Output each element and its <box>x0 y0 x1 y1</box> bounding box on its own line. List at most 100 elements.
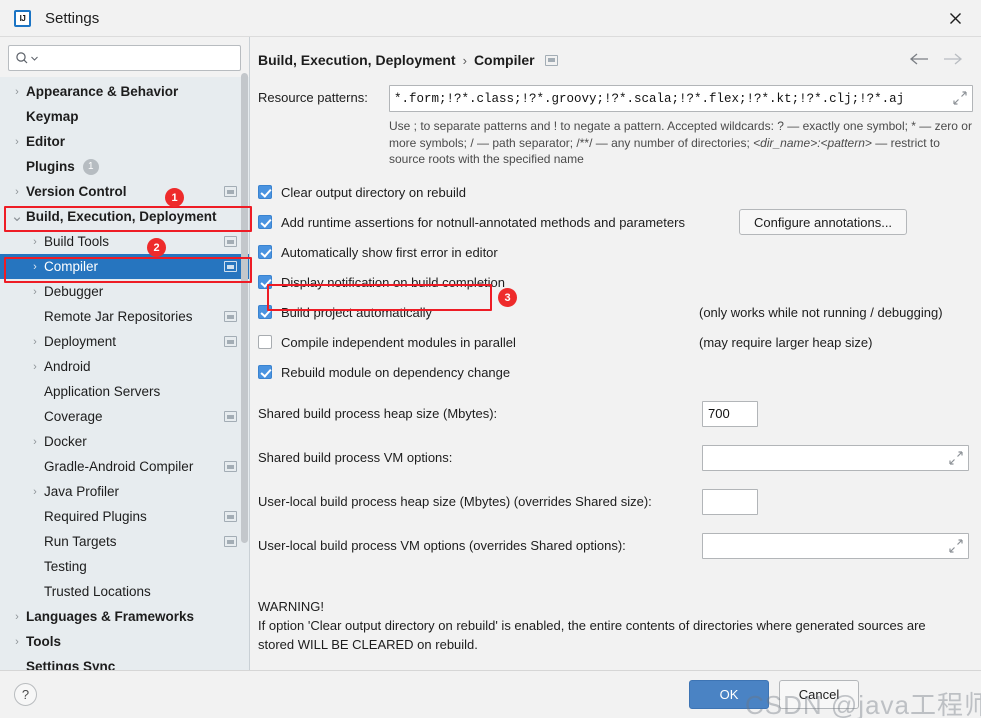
checkbox-label[interactable]: Automatically show first error in editor <box>281 245 498 260</box>
dialog-body: › Appearance & Behavior Keymap › Editor Plugi… <box>0 36 981 670</box>
sidebar-item-version-control[interactable]: › Version Control <box>0 179 249 204</box>
sidebar-item-coverage[interactable]: Coverage <box>0 404 249 429</box>
ok-button[interactable]: OK <box>689 680 769 709</box>
checkbox-label[interactable]: Build project automatically <box>281 305 432 320</box>
settings-main-panel: Build, Execution, Deployment › Compiler … <box>250 37 981 670</box>
input-user-local-build-process-vm-options-overrides-sh[interactable] <box>702 532 969 559</box>
sidebar-item-label: Gradle-Android Compiler <box>44 459 194 474</box>
sidebar-item-build-tools[interactable]: › Build Tools <box>0 229 249 254</box>
arrow-left-icon[interactable] <box>909 52 929 69</box>
sidebar-item-languages-frameworks[interactable]: › Languages & Frameworks <box>0 604 249 629</box>
project-scope-icon[interactable] <box>224 511 237 522</box>
sidebar-item-keymap[interactable]: Keymap <box>0 104 249 129</box>
breadcrumb-root[interactable]: Build, Execution, Deployment <box>258 52 456 68</box>
chevron-right-icon[interactable]: › <box>10 611 24 623</box>
title-bar: IJ Settings <box>0 0 981 36</box>
resource-patterns-hint: Use ; to separate patterns and ! to nega… <box>389 118 972 168</box>
sidebar-item-required-plugins[interactable]: Required Plugins <box>0 504 249 529</box>
chevron-right-icon[interactable]: › <box>28 436 42 448</box>
checkbox-row: Automatically show first error in editor <box>258 241 973 264</box>
sidebar-item-java-profiler[interactable]: › Java Profiler <box>0 479 249 504</box>
input-shared-build-process-vm-options[interactable] <box>702 444 969 471</box>
project-scope-icon[interactable] <box>224 536 237 547</box>
chevron-right-icon[interactable]: › <box>28 361 42 373</box>
input-user-local-build-process-heap-size-mbytes-overri[interactable] <box>702 488 758 515</box>
arrow-right-icon[interactable] <box>943 52 963 69</box>
checkbox-add-runtime-assertions-for-notnull-annotated-methods-and-parameters[interactable] <box>258 215 272 229</box>
sidebar-scrollbar[interactable] <box>241 73 248 543</box>
project-scope-icon[interactable] <box>224 336 237 347</box>
compiler-settings-content: Resource patterns: Use ; to separate pat… <box>250 71 981 559</box>
configure-annotations-button[interactable]: Configure annotations... <box>739 209 908 235</box>
expand-editor-icon[interactable] <box>952 90 968 106</box>
sidebar-item-remote-jar-repositories[interactable]: Remote Jar Repositories <box>0 304 249 329</box>
project-scope-icon[interactable] <box>224 411 237 422</box>
search-dropdown-icon[interactable] <box>31 55 40 62</box>
sidebar-item-application-servers[interactable]: Application Servers <box>0 379 249 404</box>
sidebar-item-editor[interactable]: › Editor <box>0 129 249 154</box>
resource-patterns-input[interactable] <box>389 85 973 112</box>
sidebar-item-label: Deployment <box>44 334 117 349</box>
hint-italic: <dir_name>:<pattern> <box>753 135 872 150</box>
sidebar-item-trusted-locations[interactable]: Trusted Locations <box>0 579 249 604</box>
sidebar-item-build-execution-deployment[interactable]: ⌄ Build, Execution, Deployment <box>0 204 249 229</box>
checkbox-label[interactable]: Compile independent modules in parallel <box>281 335 516 350</box>
project-scope-icon[interactable] <box>224 461 237 472</box>
checkbox-label[interactable]: Rebuild module on dependency change <box>281 365 510 380</box>
cancel-button[interactable]: Cancel <box>779 680 859 709</box>
sidebar-item-compiler[interactable]: › Compiler <box>0 254 249 279</box>
checkbox-clear-output-directory-on-rebuild[interactable] <box>258 185 272 199</box>
search-box[interactable] <box>8 45 241 71</box>
expand-editor-icon[interactable] <box>948 450 964 466</box>
checkbox-display-notification-on-build-completion[interactable] <box>258 275 272 289</box>
checkbox-compile-independent-modules-in-parallel[interactable] <box>258 335 272 349</box>
chevron-right-icon[interactable]: › <box>10 186 24 198</box>
chevron-right-icon[interactable]: › <box>28 486 42 498</box>
sidebar-item-appearance-behavior[interactable]: › Appearance & Behavior <box>0 79 249 104</box>
plugins-update-badge: 1 <box>82 158 99 175</box>
sidebar-item-debugger[interactable]: › Debugger <box>0 279 249 304</box>
warning-block: WARNING! If option 'Clear output directo… <box>258 597 958 654</box>
help-button[interactable]: ? <box>14 683 37 706</box>
field-row: Shared build process heap size (Mbytes): <box>258 400 973 427</box>
checkbox-label[interactable]: Clear output directory on rebuild <box>281 185 466 200</box>
chevron-down-icon[interactable]: ⌄ <box>10 209 24 224</box>
project-scope-icon[interactable] <box>224 236 237 247</box>
sidebar-item-android[interactable]: › Android <box>0 354 249 379</box>
field-wrap <box>702 532 969 559</box>
project-scope-icon[interactable] <box>224 261 237 272</box>
checkbox-label[interactable]: Add runtime assertions for notnull-annot… <box>281 215 685 230</box>
expand-editor-icon[interactable] <box>948 538 964 554</box>
checkbox-row: Add runtime assertions for notnull-annot… <box>258 209 973 235</box>
chevron-right-icon[interactable]: › <box>10 136 24 148</box>
sidebar-item-plugins[interactable]: Plugins 1 <box>0 154 249 179</box>
chevron-right-icon[interactable]: › <box>28 261 42 273</box>
sidebar-item-deployment[interactable]: › Deployment <box>0 329 249 354</box>
close-icon[interactable] <box>929 0 981 36</box>
sidebar-item-tools[interactable]: › Tools <box>0 629 249 654</box>
project-scope-icon[interactable] <box>224 186 237 197</box>
checkbox-label[interactable]: Display notification on build completion <box>281 275 505 290</box>
settings-tree[interactable]: › Appearance & Behavior Keymap › Editor Plugi… <box>0 77 249 670</box>
checkbox-automatically-show-first-error-in-editor[interactable] <box>258 245 272 259</box>
checkbox-build-project-automatically[interactable] <box>258 305 272 319</box>
chevron-right-icon[interactable]: › <box>28 286 42 298</box>
sidebar-item-settings-sync[interactable]: Settings Sync <box>0 654 249 670</box>
chevron-right-icon[interactable]: › <box>10 86 24 98</box>
search-input[interactable] <box>40 47 234 69</box>
sidebar-item-testing[interactable]: Testing <box>0 554 249 579</box>
checkbox-row: Clear output directory on rebuild <box>258 181 973 204</box>
chevron-right-icon[interactable]: › <box>28 336 42 348</box>
sidebar-item-label: Debugger <box>44 284 104 299</box>
project-scope-icon[interactable] <box>544 54 558 66</box>
sidebar-item-docker[interactable]: › Docker <box>0 429 249 454</box>
input-shared-build-process-heap-size-mbytes[interactable] <box>702 400 758 427</box>
chevron-right-icon[interactable]: › <box>28 236 42 248</box>
sidebar-item-label: Build, Execution, Deployment <box>26 209 217 224</box>
chevron-right-icon[interactable]: › <box>10 636 24 648</box>
sidebar-item-label: Testing <box>44 559 87 574</box>
checkbox-rebuild-module-on-dependency-change[interactable] <box>258 365 272 379</box>
project-scope-icon[interactable] <box>224 311 237 322</box>
sidebar-item-run-targets[interactable]: Run Targets <box>0 529 249 554</box>
sidebar-item-gradle-android-compiler[interactable]: Gradle-Android Compiler <box>0 454 249 479</box>
